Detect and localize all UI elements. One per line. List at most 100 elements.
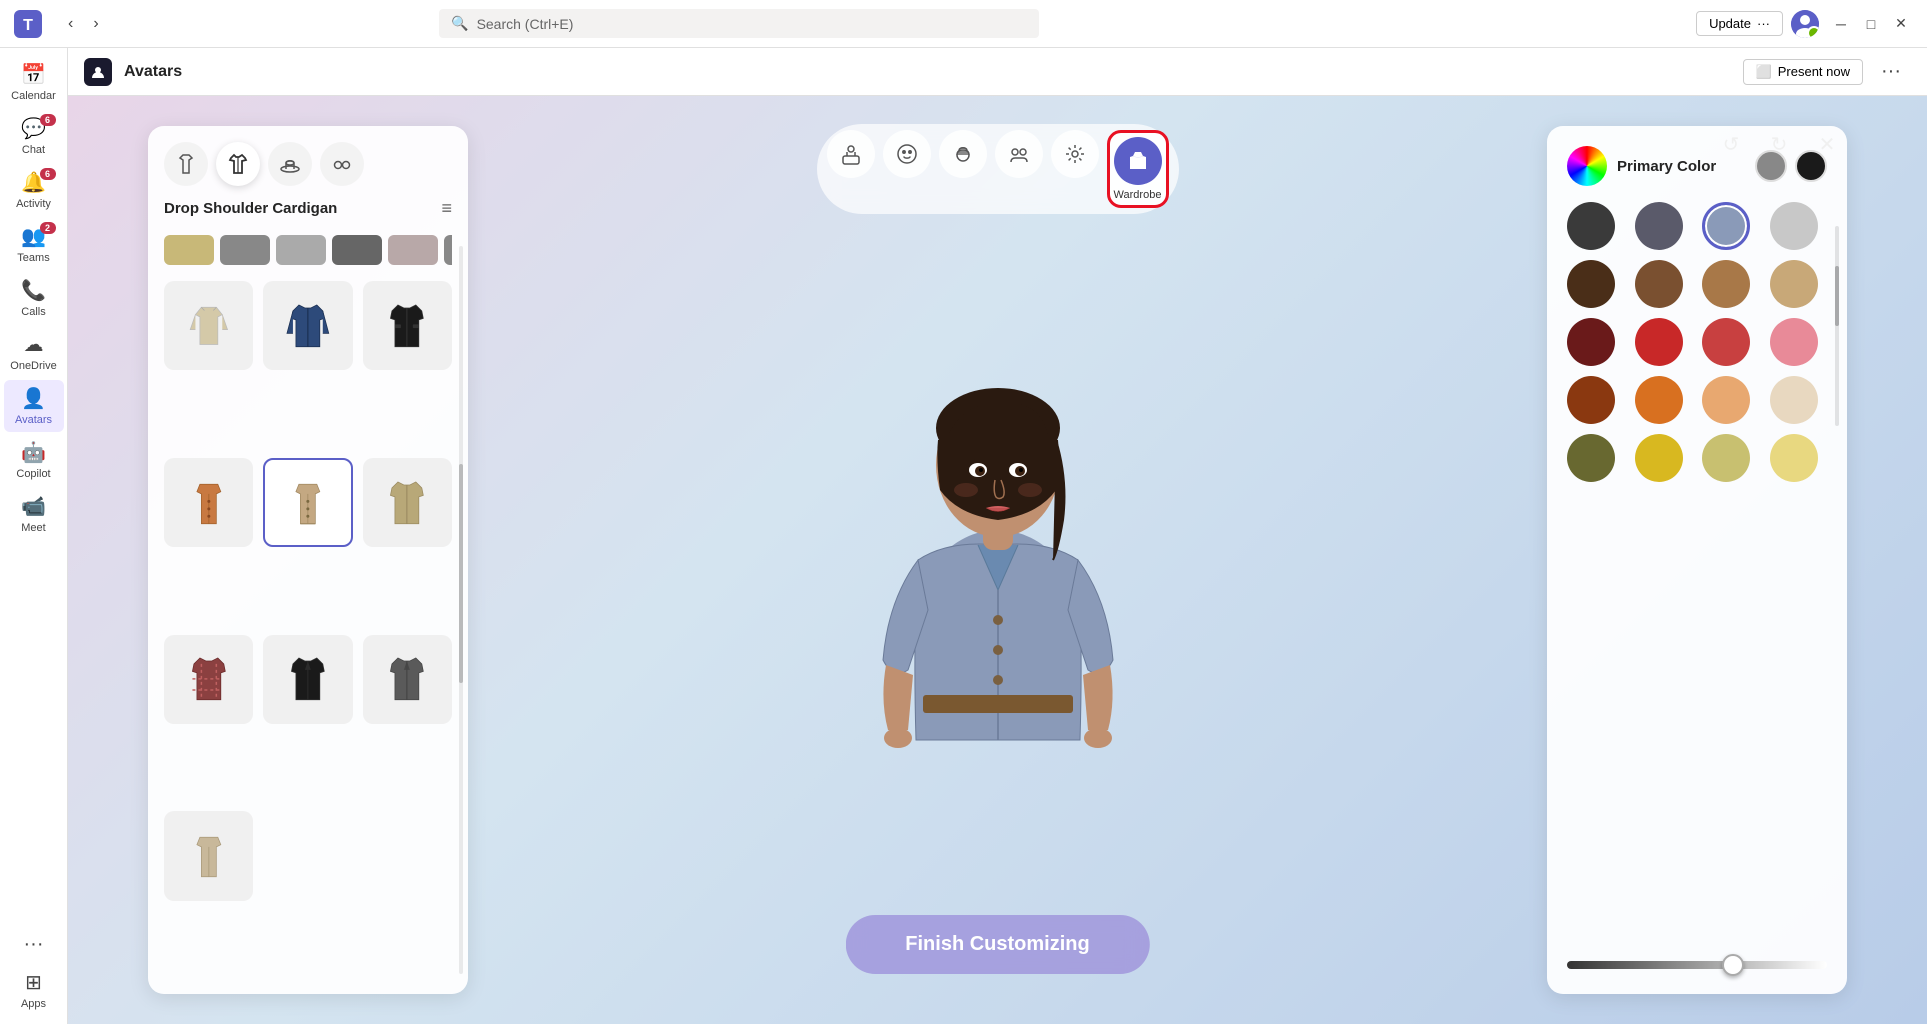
sidebar-item-teams[interactable]: 2 👥 Teams [4, 218, 64, 270]
minimize-button[interactable]: ─ [1827, 10, 1855, 38]
sidebar-label-avatars: Avatars [15, 414, 52, 426]
thumb-3[interactable] [276, 235, 326, 265]
swatch-light-tan[interactable] [1770, 260, 1818, 308]
preview-swatch-gray[interactable] [1755, 150, 1787, 182]
avatar-toolbar: Wardrobe [817, 124, 1179, 214]
swatch-dark-gray[interactable] [1567, 202, 1615, 250]
sidebar-item-avatars[interactable]: 👤 Avatars [4, 380, 64, 432]
forward-button[interactable]: › [85, 11, 106, 37]
swatch-orange[interactable] [1635, 376, 1683, 424]
content-area: Avatars ⬜ Present now ··· [68, 48, 1927, 1024]
nav-buttons: ‹ › [60, 11, 107, 37]
sidebar-item-copilot[interactable]: 🤖 Copilot [4, 434, 64, 486]
clothes-item-jacket-blue[interactable] [263, 281, 352, 370]
avatar-figure [798, 260, 1198, 860]
swatch-medium-gray[interactable] [1635, 202, 1683, 250]
calls-icon: 📞 [21, 278, 46, 303]
swatch-red[interactable] [1635, 318, 1683, 366]
sidebar-item-chat[interactable]: 6 💬 Chat [4, 110, 64, 162]
onedrive-icon: ☁ [24, 332, 44, 357]
swatch-orange-brown[interactable] [1567, 376, 1615, 424]
toolbar-face-button[interactable] [883, 130, 931, 178]
header-more-button[interactable]: ··· [1871, 52, 1911, 92]
swatch-light-blue-gray[interactable] [1702, 202, 1750, 250]
swatch-light-yellow[interactable] [1770, 434, 1818, 482]
present-now-button[interactable]: ⬜ Present now [1743, 59, 1863, 85]
update-button[interactable]: Update ··· [1696, 11, 1783, 36]
swatch-pink[interactable] [1770, 318, 1818, 366]
apps-icon: ⊞ [25, 970, 42, 995]
user-avatar[interactable] [1791, 10, 1819, 38]
brightness-slider[interactable] [1567, 961, 1827, 969]
thumb-2[interactable] [220, 235, 270, 265]
swatch-tan-brown[interactable] [1702, 260, 1750, 308]
clothes-item-jacket-khaki[interactable] [363, 458, 452, 547]
sidebar-item-calendar[interactable]: 📅 Calendar [4, 56, 64, 108]
color-preview-row [1755, 150, 1827, 182]
swatch-light-gray[interactable] [1770, 202, 1818, 250]
brightness-slider-container [1567, 956, 1827, 974]
preview-swatch-black[interactable] [1795, 150, 1827, 182]
toolbar-hair-wrapper [939, 130, 987, 208]
sidebar-item-calls[interactable]: 📞 Calls [4, 272, 64, 324]
tab-hat[interactable] [268, 142, 312, 186]
toolbar-pose-button[interactable] [827, 130, 875, 178]
swatch-dark-brown[interactable] [1567, 260, 1615, 308]
activity-badge: 6 [40, 168, 56, 180]
close-button[interactable]: ✕ [1887, 10, 1915, 38]
avatar-editor: Wardrobe ↺ ↻ ✕ [68, 96, 1927, 1024]
maximize-button[interactable]: □ [1857, 10, 1885, 38]
swatch-medium-brown[interactable] [1635, 260, 1683, 308]
toolbar-wardrobe-button[interactable] [1114, 137, 1162, 185]
sidebar-label-calls: Calls [21, 306, 45, 318]
swatch-medium-red[interactable] [1702, 318, 1750, 366]
sidebar-label-apps: Apps [21, 998, 46, 1010]
thumb-1[interactable] [164, 235, 214, 265]
toolbar-accessories-button[interactable] [1051, 130, 1099, 178]
clothes-item-hoodie-cream[interactable] [164, 281, 253, 370]
back-button[interactable]: ‹ [60, 11, 81, 37]
tab-glasses[interactable] [320, 142, 364, 186]
wardrobe-scrollbar[interactable] [459, 246, 463, 974]
titlebar: T ‹ › 🔍 Search (Ctrl+E) Update ··· ─ □ ✕ [0, 0, 1927, 48]
clothes-item-beige-jacket[interactable] [164, 811, 253, 900]
clothes-scroll-row[interactable] [164, 231, 452, 269]
sidebar-item-meet[interactable]: 📹 Meet [4, 488, 64, 540]
clothes-item-cardigan-orange[interactable] [164, 458, 253, 547]
thumb-4[interactable] [332, 235, 382, 265]
clothes-item-blazer-black[interactable] [263, 635, 352, 724]
tab-shirt[interactable] [164, 142, 208, 186]
sidebar: 📅 Calendar 6 💬 Chat 6 🔔 Activity 2 👥 Tea… [0, 48, 68, 1024]
swatch-cream[interactable] [1770, 376, 1818, 424]
sidebar-item-onedrive[interactable]: ☁ OneDrive [4, 326, 64, 378]
toolbar-body-wrapper [995, 130, 1043, 208]
search-bar[interactable]: 🔍 Search (Ctrl+E) [439, 9, 1039, 38]
swatch-yellow[interactable] [1635, 434, 1683, 482]
toolbar-wardrobe-label: Wardrobe [1114, 189, 1162, 201]
sidebar-item-more[interactable]: ··· [4, 927, 64, 962]
page-icon [84, 58, 112, 86]
swatch-dark-red[interactable] [1567, 318, 1615, 366]
page-header: Avatars ⬜ Present now ··· [68, 48, 1927, 96]
clothes-item-military-jacket[interactable] [363, 281, 452, 370]
toolbar-hair-button[interactable] [939, 130, 987, 178]
thumb-5[interactable] [388, 235, 438, 265]
filter-button[interactable]: ≡ [441, 198, 452, 219]
clothes-item-cardigan-tan[interactable] [263, 458, 352, 547]
clothes-item-plaid-jacket[interactable] [164, 635, 253, 724]
swatch-peach[interactable] [1702, 376, 1750, 424]
sidebar-item-apps[interactable]: ⊞ Apps [4, 964, 64, 1016]
sidebar-label-meet: Meet [21, 522, 45, 534]
swatch-olive[interactable] [1567, 434, 1615, 482]
page-header-right: ⬜ Present now ··· [1743, 52, 1911, 92]
toolbar-body-button[interactable] [995, 130, 1043, 178]
sidebar-item-activity[interactable]: 6 🔔 Activity [4, 164, 64, 216]
tab-jacket[interactable] [216, 142, 260, 186]
toolbar-accessories-wrapper [1051, 130, 1099, 208]
thumb-6[interactable] [444, 235, 452, 265]
finish-customizing-button[interactable]: Finish Customizing [845, 915, 1149, 974]
color-wheel-icon [1567, 146, 1607, 186]
search-placeholder: Search (Ctrl+E) [477, 16, 574, 32]
swatch-light-olive[interactable] [1702, 434, 1750, 482]
clothes-item-blazer-gray[interactable] [363, 635, 452, 724]
